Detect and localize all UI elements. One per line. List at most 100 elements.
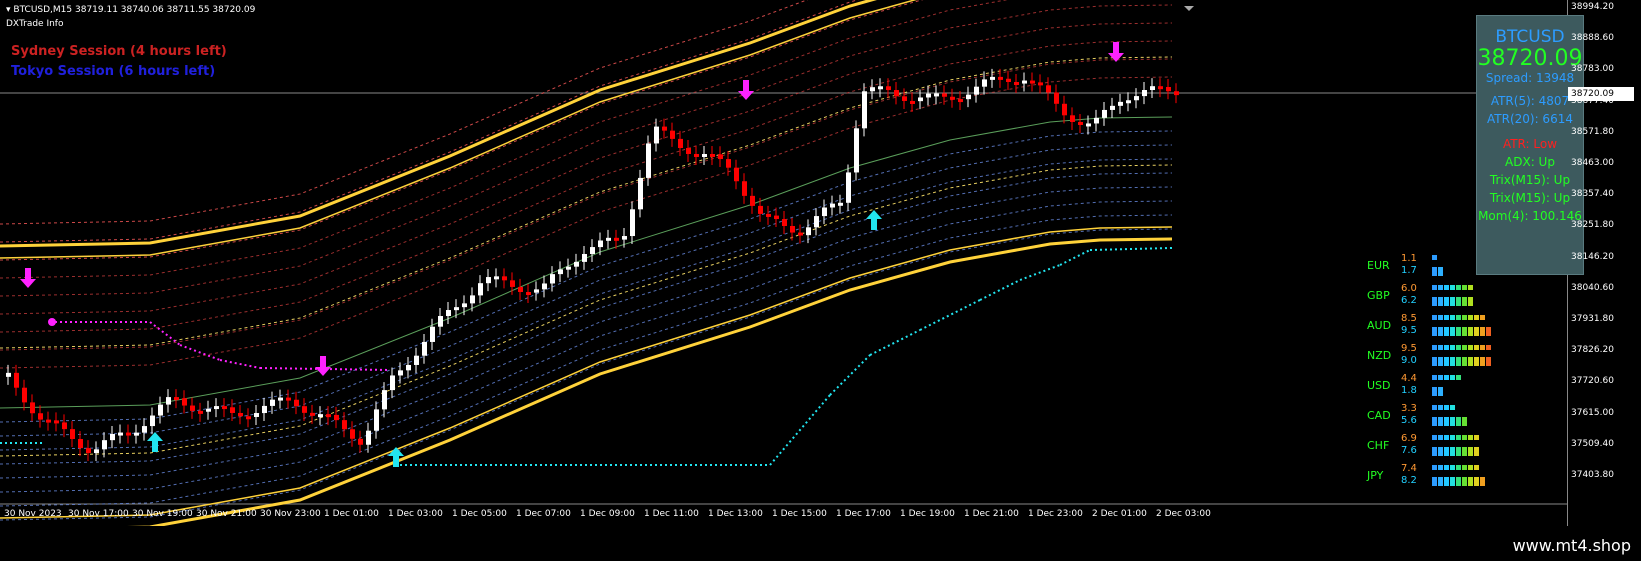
strength-currency-label: GBP xyxy=(1367,289,1390,302)
panel-symbol: BTCUSD xyxy=(1495,27,1565,47)
candle-body xyxy=(350,429,355,439)
candle-body xyxy=(22,387,27,403)
candle-body xyxy=(1022,80,1027,84)
strength-bar-segment xyxy=(1462,345,1467,350)
candle-body xyxy=(982,79,987,87)
strength-bar-segment xyxy=(1474,435,1479,440)
candle-body xyxy=(1126,100,1131,104)
chart-shift-marker-icon xyxy=(1184,6,1194,11)
candle-body xyxy=(238,412,243,417)
candle-body xyxy=(326,414,331,418)
candle-body xyxy=(822,207,827,217)
strength-bar-segment xyxy=(1480,345,1485,350)
upper-inner-band xyxy=(0,56,1173,349)
candle-body xyxy=(950,96,955,100)
strength-bar-segment xyxy=(1432,435,1437,440)
candle-body xyxy=(870,87,875,92)
strength-bar-segment xyxy=(1468,315,1473,320)
candle-body xyxy=(838,202,843,206)
price-axis-label: 37931.80 xyxy=(1571,314,1614,324)
candle-body xyxy=(606,237,611,241)
candle-body xyxy=(750,195,755,206)
strength-bar-segment xyxy=(1450,297,1455,306)
strength-bar-segment xyxy=(1486,327,1491,336)
price-axis-label: 38040.60 xyxy=(1571,282,1614,293)
strength-bar-segment xyxy=(1456,357,1461,366)
candle-body xyxy=(894,90,899,97)
cyan-stop-line xyxy=(1089,247,1173,251)
strength-bar-segment xyxy=(1438,405,1443,410)
magenta-stop-start xyxy=(48,318,56,326)
candle-body xyxy=(382,390,387,410)
cyan-stop-line xyxy=(919,299,981,331)
magenta-stop-line xyxy=(179,344,221,361)
channel-midline xyxy=(0,116,1173,409)
strength-bar-segment xyxy=(1462,435,1467,440)
candle-body xyxy=(502,276,507,281)
candle-body xyxy=(1150,86,1155,91)
price-axis-label: 38251.80 xyxy=(1571,220,1614,231)
candle-body xyxy=(614,237,619,241)
indicator-label: DXTrade Info xyxy=(6,19,64,29)
candle-body xyxy=(446,310,451,317)
lower-band-line xyxy=(0,130,1173,423)
candle-body xyxy=(102,440,107,450)
strength-bar-segment xyxy=(1432,375,1437,380)
candle-body xyxy=(518,286,523,293)
candle-body xyxy=(598,240,603,248)
candle-body xyxy=(478,283,483,296)
candle-body xyxy=(902,96,907,101)
price-axis-label: 38463.00 xyxy=(1571,158,1614,168)
strength-bar-segment xyxy=(1438,345,1443,350)
candle-body xyxy=(662,126,667,131)
strength-bar-segment xyxy=(1456,327,1461,336)
candle-body xyxy=(270,399,275,406)
strength-bar-segment xyxy=(1456,417,1461,426)
strength-bar-segment xyxy=(1456,345,1461,350)
strength-value: 7.6 xyxy=(1401,445,1417,456)
candle-body xyxy=(918,97,923,102)
strength-bar-segment xyxy=(1468,327,1473,336)
candle-body xyxy=(926,93,931,98)
strength-value: 6.2 xyxy=(1401,295,1417,306)
sell-arrow-icon xyxy=(315,356,331,376)
strength-bar-segment xyxy=(1438,435,1443,440)
strength-bar-segment xyxy=(1438,477,1443,486)
time-axis-label: 1 Dec 01:00 xyxy=(324,509,379,519)
candle-body xyxy=(566,266,571,270)
candle-body xyxy=(726,159,731,168)
strength-bar-segment xyxy=(1438,447,1443,456)
lower-outer-band xyxy=(124,237,1173,526)
strength-bar-segment xyxy=(1468,435,1473,440)
strength-bar-segment xyxy=(1444,447,1449,456)
strength-bar-segment xyxy=(1468,477,1473,486)
buy-arrow-icon xyxy=(866,210,882,230)
strength-bar-segment xyxy=(1456,297,1461,306)
price-axis-label: 38994.20 xyxy=(1571,2,1614,12)
strength-value: 9.0 xyxy=(1401,355,1417,366)
strength-bar-segment xyxy=(1474,477,1479,486)
candle-body xyxy=(310,412,315,416)
price-axis-label: 37615.00 xyxy=(1571,407,1614,418)
strength-value: 9.5 xyxy=(1401,343,1417,354)
upper-band-line xyxy=(0,0,924,261)
strength-bar-segment xyxy=(1462,327,1467,336)
candle-body xyxy=(422,341,427,356)
candle-body xyxy=(462,303,467,308)
panel-atr-state: ATR: Low xyxy=(1502,137,1558,151)
info-panel: BTCUSD 38720.09 Spread: 13948 ATR(5): 48… xyxy=(1476,15,1584,275)
candle-body xyxy=(830,203,835,208)
chart-frame[interactable] xyxy=(0,0,1568,526)
strength-currency-label: AUD xyxy=(1367,319,1392,332)
time-axis-label: 1 Dec 07:00 xyxy=(516,509,571,519)
candle-body xyxy=(654,126,659,144)
time-axis-label: 30 Nov 21:00 xyxy=(196,509,257,519)
candle-body xyxy=(390,375,395,391)
panel-trix-1: Trix(M15): Up xyxy=(1489,173,1571,187)
price-chart[interactable] xyxy=(0,0,1567,526)
strength-bar-segment xyxy=(1438,285,1443,290)
candle-body xyxy=(262,405,267,414)
candle-body xyxy=(534,289,539,293)
candle-body xyxy=(758,205,763,214)
candle-body xyxy=(1118,101,1123,106)
